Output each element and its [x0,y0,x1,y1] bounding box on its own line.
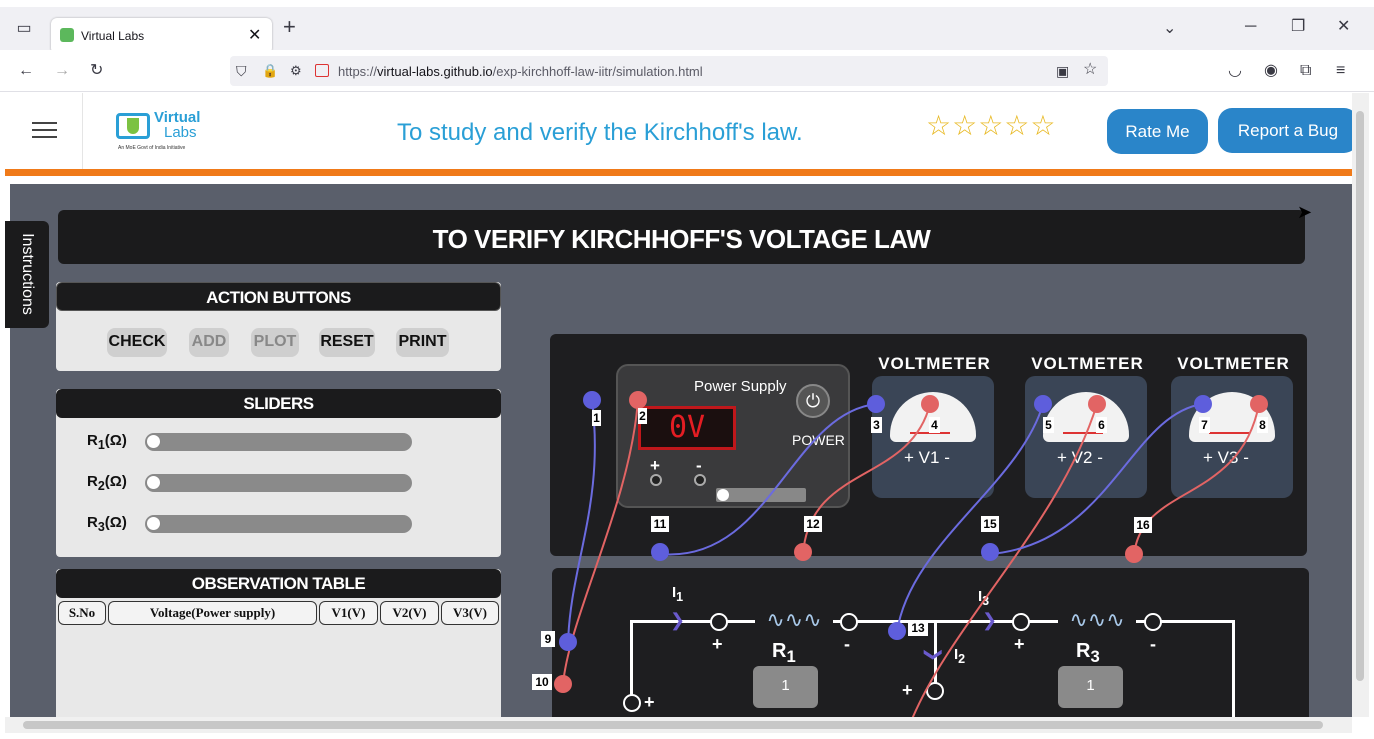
page-title: To study and verify the Kirchhoff's law. [397,119,803,146]
minimize-icon[interactable]: ─ [1245,17,1256,37]
wires-overlay [562,399,1260,717]
tab-overflow-icon[interactable]: ⌄ [1163,19,1176,39]
tab-list-icon[interactable]: ▭ [14,19,34,39]
terminal-label-8: 8 [1257,417,1268,433]
favicon-icon [60,28,74,42]
pdf-icon [315,64,329,77]
terminal-label-4: 4 [929,417,940,433]
terminal-label-13: 13 [908,620,928,636]
terminal-label-11: 11 [651,516,669,532]
close-tab-icon[interactable]: ✕ [248,25,261,45]
forward-icon[interactable]: → [54,61,70,81]
close-window-icon[interactable]: ✕ [1337,17,1350,37]
flask-icon [116,113,150,139]
terminal-label-12: 12 [804,516,822,532]
back-icon[interactable]: ← [18,61,34,81]
terminal-8[interactable] [1250,395,1268,413]
web-page: Virtual Labs An MoE Govt of India Initia… [5,93,1352,717]
instructions-tab[interactable]: Instructions [5,221,49,328]
terminal-11[interactable] [651,543,669,561]
logo-tagline: An MoE Govt of India Initiative [118,145,186,151]
vertical-scrollbar[interactable] [1352,93,1369,717]
terminal-label-16: 16 [1134,517,1152,533]
hamburger-menu[interactable] [5,93,83,169]
tab-title: Virtual Labs [81,29,145,43]
simulation-area: TO VERIFY KIRCHHOFF'S VOLTAGE LAW ACTION… [10,184,1352,717]
terminal-7[interactable] [1194,395,1212,413]
lock-icon: 🔒 [262,63,279,78]
mouse-cursor-icon: ➤ [1297,202,1313,222]
reload-icon[interactable]: ↻ [90,61,103,81]
terminal-12[interactable] [794,543,812,561]
terminal-3[interactable] [867,395,885,413]
terminal-9[interactable] [559,633,577,651]
terminal-4[interactable] [921,395,939,413]
terminal-16[interactable] [1125,545,1143,563]
terminal-label-15: 15 [981,516,999,532]
vertical-scroll-thumb[interactable] [1356,111,1364,681]
terminal-15[interactable] [981,543,999,561]
terminal-13[interactable] [888,622,906,640]
terminal-label-10: 10 [532,674,552,690]
terminal-1[interactable] [583,391,601,409]
terminal-6[interactable] [1088,395,1106,413]
tab-strip: ▭ Virtual Labs ✕ + ⌄ ─ ❐ ✕ [0,7,1374,54]
orange-divider [5,169,1352,176]
url-text: https://virtual-labs.github.io/exp-kirch… [338,64,703,79]
site-header: Virtual Labs An MoE Govt of India Initia… [5,93,1352,169]
terminal-label-6: 6 [1096,417,1107,433]
rate-me-button[interactable]: Rate Me [1107,109,1208,154]
terminal-label-9: 9 [541,631,555,647]
terminal-label-1: 1 [592,410,601,426]
terminal-2[interactable] [629,391,647,409]
bookmark-star-icon[interactable]: ☆ [1083,60,1097,80]
address-bar[interactable]: ⛉ 🔒 ⚙ https://virtual-labs.github.io/exp… [230,56,1108,86]
menu-icon[interactable]: ≡ [1336,61,1345,81]
account-icon[interactable]: ◉ [1264,61,1278,81]
horizontal-scrollbar[interactable] [5,717,1352,733]
new-tab-icon[interactable]: + [283,16,296,38]
report-bug-button[interactable]: Report a Bug [1218,108,1352,153]
instructions-label: Instructions [19,233,36,315]
terminal-label-3: 3 [871,417,882,433]
browser-tab[interactable]: Virtual Labs ✕ [51,18,272,54]
horizontal-scroll-thumb[interactable] [23,721,1323,729]
shield-icon: ⛉ [236,63,247,79]
extensions-icon[interactable]: ⧉ [1300,61,1311,81]
terminal-label-2: 2 [638,408,647,424]
pocket-icon[interactable]: ◡ [1228,61,1242,81]
terminal-10[interactable] [554,675,572,693]
logo-line2: Labs [164,124,197,141]
virtual-labs-logo[interactable]: Virtual Labs An MoE Govt of India Initia… [114,105,204,155]
terminal-5[interactable] [1034,395,1052,413]
terminal-label-7: 7 [1199,417,1210,433]
permissions-icon: ⚙ [290,63,302,78]
reader-view-icon[interactable]: ▣ [1056,61,1069,81]
rating-stars[interactable]: ☆☆☆☆☆ [926,109,1057,142]
terminal-label-5: 5 [1043,417,1054,433]
restore-icon[interactable]: ❐ [1291,17,1305,37]
